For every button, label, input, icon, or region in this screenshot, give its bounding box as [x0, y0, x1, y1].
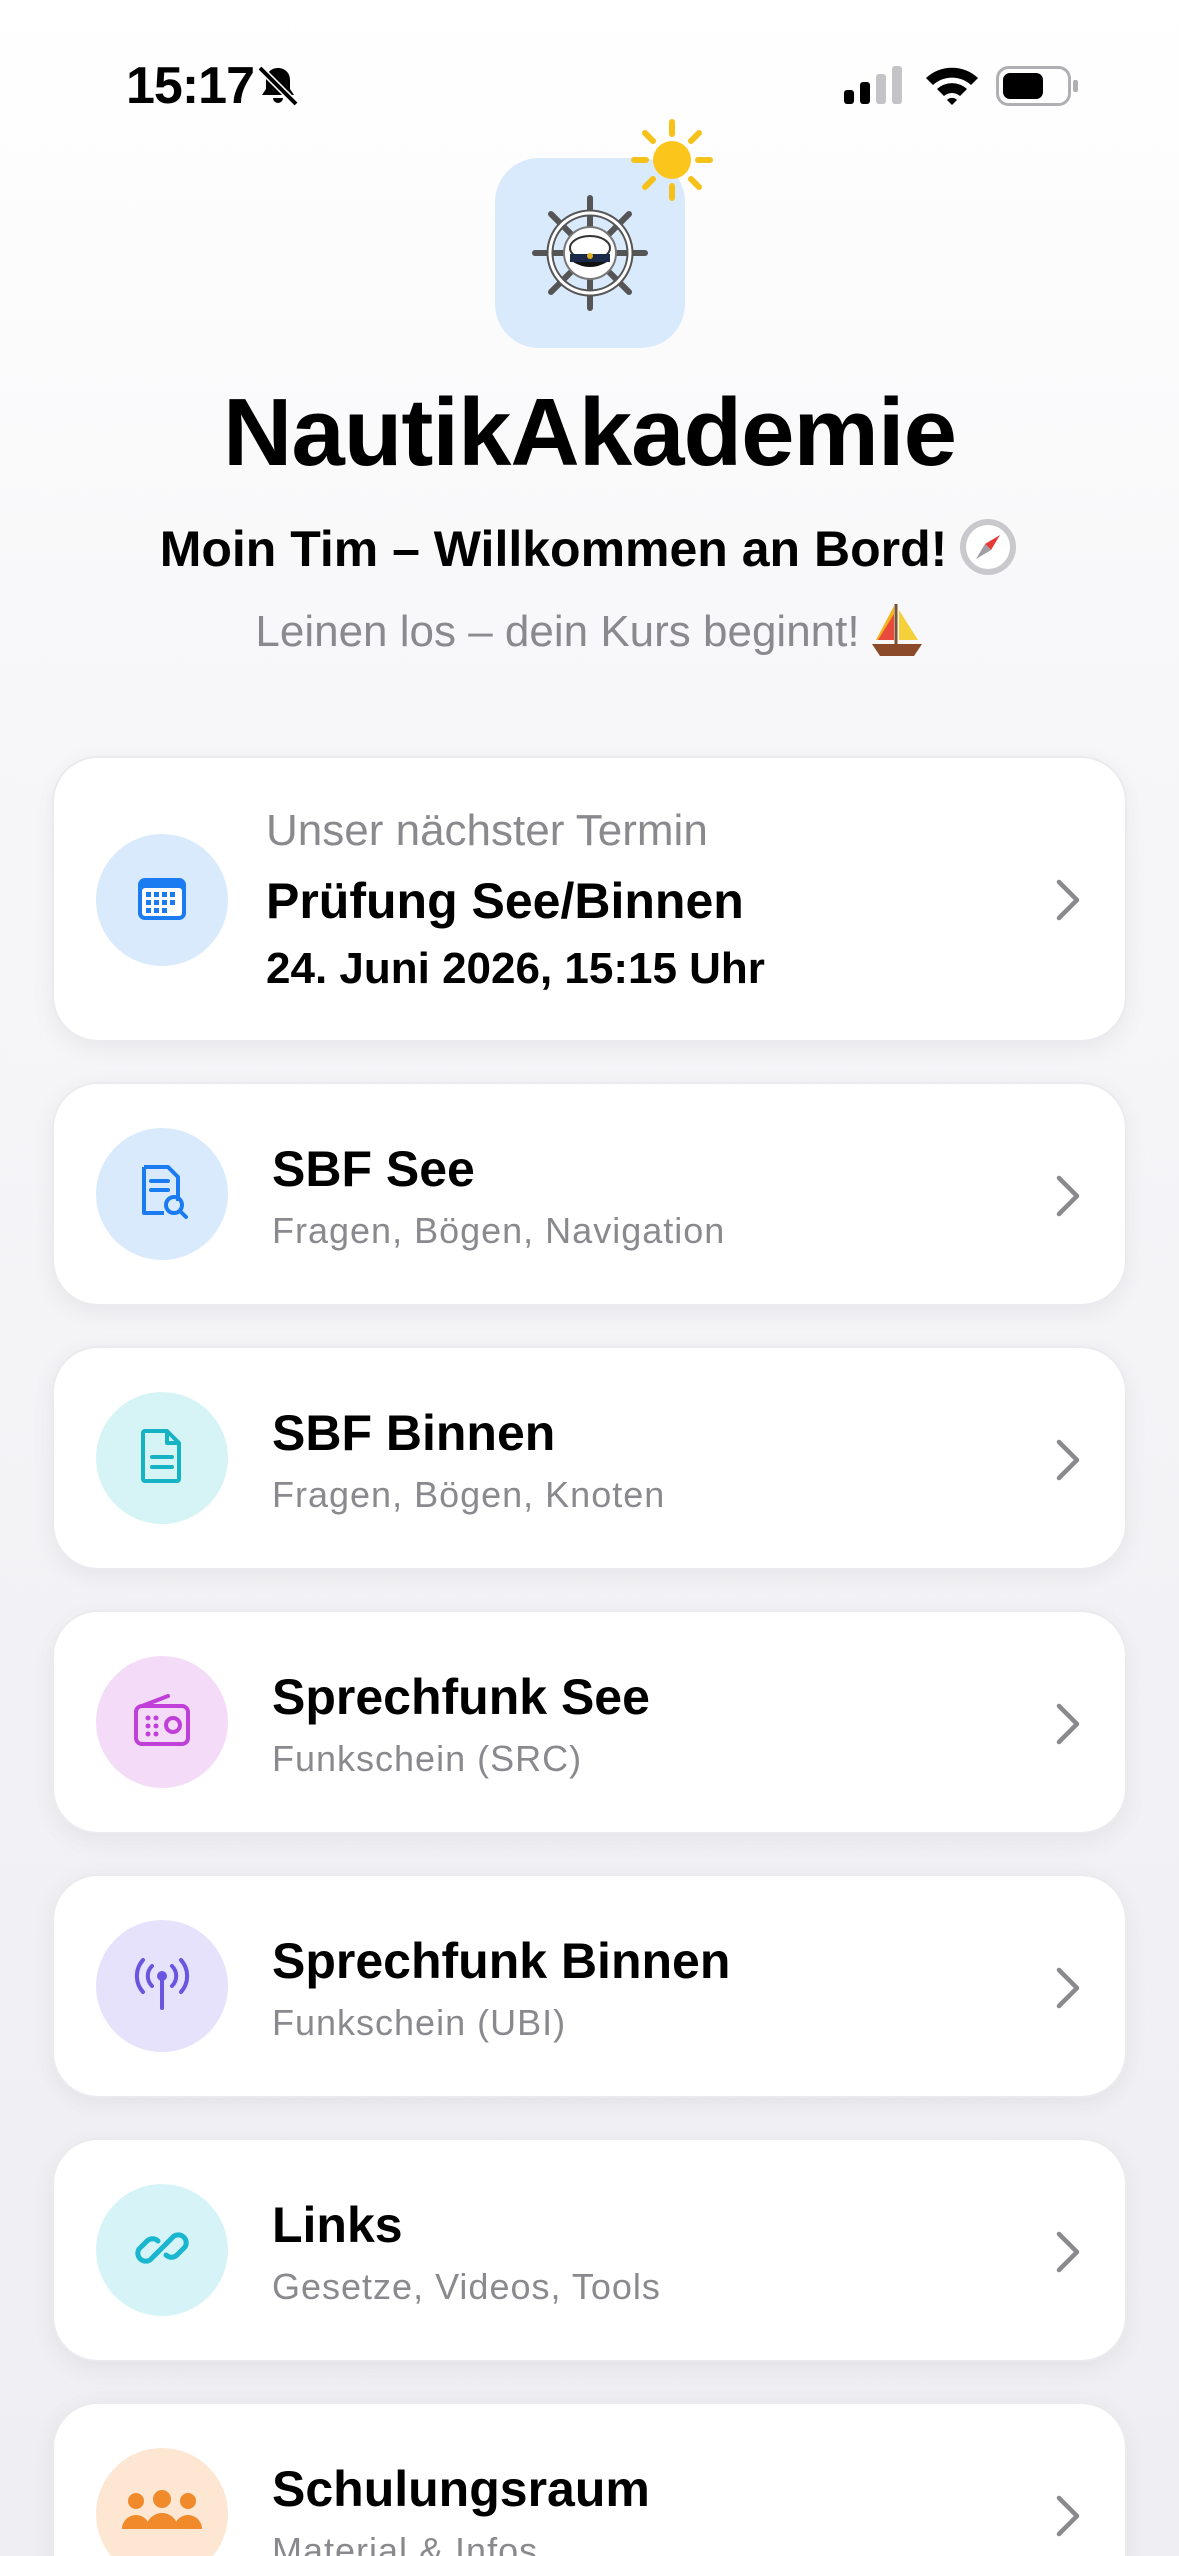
menu-item-title: Schulungsraum: [272, 2461, 650, 2517]
sbf-see-icon-circle: [96, 1128, 228, 1260]
status-bar: 15:17: [0, 0, 1179, 150]
chevron-right-icon: [1056, 1967, 1080, 2009]
cellular-signal-icon: [844, 66, 908, 111]
calendar-icon-circle: [96, 834, 228, 966]
wifi-icon: [924, 64, 980, 111]
tagline-text: Leinen los – dein Kurs beginnt!: [0, 602, 1179, 669]
menu-item-sbf-see[interactable]: SBF See Fragen, Bögen, Navigation: [52, 1082, 1127, 1306]
appointment-title: Prüfung See/Binnen: [266, 873, 744, 929]
ship-wheel-captain-hat-icon: [531, 194, 649, 317]
chevron-right-icon: [1056, 2495, 1080, 2537]
chevron-right-icon: [1056, 1439, 1080, 1481]
bell-slash-icon: [254, 62, 302, 115]
menu-item-schulungsraum[interactable]: Schulungsraum Material & Infos: [52, 2402, 1127, 2556]
schulungsraum-icon-circle: [96, 2448, 228, 2556]
menu-item-links[interactable]: Links Gesetze, Videos, Tools: [52, 2138, 1127, 2362]
menu-item-sbf-binnen[interactable]: SBF Binnen Fragen, Bögen, Knoten: [52, 1346, 1127, 1570]
menu-item-subtitle: Fragen, Bögen, Knoten: [272, 1474, 666, 1515]
compass-icon: [957, 516, 1019, 590]
chevron-right-icon: [1056, 1703, 1080, 1745]
document-search-icon: [134, 1163, 190, 1226]
status-time: 15:17: [126, 57, 255, 115]
appointment-label: Unser nächster Termin: [266, 806, 708, 855]
sprechfunk-binnen-icon-circle: [96, 1920, 228, 2052]
app-title: NautikAkademie: [223, 379, 957, 486]
menu-item-subtitle: Gesetze, Videos, Tools: [272, 2266, 661, 2307]
menu-item-subtitle: Fragen, Bögen, Navigation: [272, 1210, 726, 1251]
sprechfunk-see-icon-circle: [96, 1656, 228, 1788]
menu-item-title: SBF See: [272, 1141, 475, 1197]
battery-icon: [996, 66, 1080, 111]
menu-item-title: Sprechfunk Binnen: [272, 1933, 731, 1989]
sbf-binnen-icon-circle: [96, 1392, 228, 1524]
chevron-right-icon: [1056, 2231, 1080, 2273]
sun-icon: [630, 118, 714, 207]
welcome-text: Moin Tim – Willkommen an Bord!: [0, 516, 1179, 590]
tagline-message: Leinen los – dein Kurs beginnt!: [255, 607, 860, 656]
menu-item-subtitle: Funkschein (UBI): [272, 2002, 567, 2043]
chevron-right-icon: [1056, 1175, 1080, 1217]
sailboat-icon: [870, 602, 924, 669]
link-icon: [133, 2219, 191, 2282]
people-icon: [120, 2487, 204, 2542]
menu-item-subtitle: Material & Infos: [272, 2530, 539, 2556]
menu-item-title: SBF Binnen: [272, 1405, 556, 1461]
menu-item-title: Sprechfunk See: [272, 1669, 650, 1725]
radio-icon: [132, 1692, 192, 1753]
chevron-right-icon: [1056, 879, 1080, 921]
welcome-message: Moin Tim – Willkommen an Bord!: [159, 521, 948, 577]
links-icon-circle: [96, 2184, 228, 2316]
menu-item-subtitle: Funkschein (SRC): [272, 1738, 583, 1779]
appointment-card[interactable]: Unser nächster Termin Prüfung See/Binnen…: [52, 756, 1127, 1042]
menu-item-title: Links: [272, 2197, 403, 2253]
antenna-icon: [130, 1956, 194, 2017]
document-icon: [137, 1427, 187, 1490]
appointment-date: 24. Juni 2026, 15:15 Uhr: [266, 944, 765, 993]
menu-item-sprechfunk-binnen[interactable]: Sprechfunk Binnen Funkschein (UBI): [52, 1874, 1127, 2098]
calendar-icon: [134, 870, 190, 931]
menu-item-sprechfunk-see[interactable]: Sprechfunk See Funkschein (SRC): [52, 1610, 1127, 1834]
